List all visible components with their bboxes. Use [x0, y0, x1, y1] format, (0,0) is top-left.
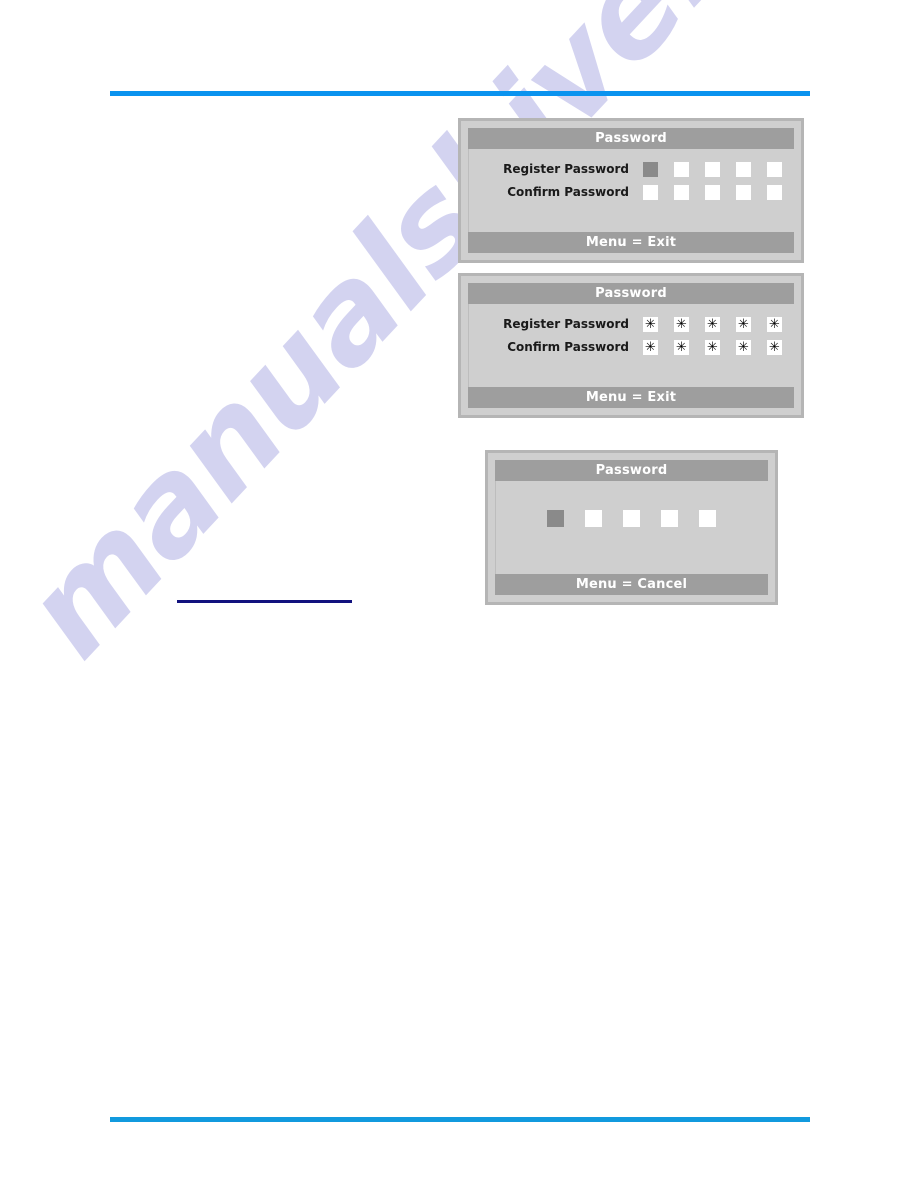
password-box[interactable]: ✳: [736, 339, 751, 355]
password-box[interactable]: [661, 509, 678, 527]
page-footer-rule: [110, 1117, 810, 1122]
password-box[interactable]: [705, 161, 720, 177]
password-boxes-register[interactable]: [643, 161, 782, 177]
password-box[interactable]: ✳: [674, 316, 689, 332]
password-box[interactable]: [585, 509, 602, 527]
field-row-register-password: Register Password ✳ ✳ ✳ ✳ ✳: [468, 313, 794, 335]
osd-title-bar: Password: [468, 128, 794, 149]
password-boxes-confirm[interactable]: ✳ ✳ ✳ ✳ ✳: [643, 339, 782, 355]
password-box[interactable]: [623, 509, 640, 527]
password-boxes-confirm[interactable]: [643, 184, 782, 200]
password-boxes-register[interactable]: ✳ ✳ ✳ ✳ ✳: [643, 316, 782, 332]
password-box[interactable]: [767, 161, 782, 177]
osd-dialog-password-register-filled[interactable]: Password Register Password ✳ ✳ ✳ ✳ ✳ Con…: [458, 273, 804, 418]
password-box[interactable]: [547, 509, 564, 527]
label-register-password: Register Password: [503, 162, 629, 176]
password-box[interactable]: ✳: [736, 316, 751, 332]
password-box[interactable]: [736, 184, 751, 200]
label-confirm-password: Confirm Password: [507, 185, 629, 199]
osd-inner: Password Register Password Confirm Passw…: [468, 128, 794, 253]
osd-footer-menu-exit[interactable]: Menu = Exit: [468, 232, 794, 253]
osd-dialog-password-register-empty[interactable]: Password Register Password Confirm Passw…: [458, 118, 804, 263]
osd-inner: Password Register Password ✳ ✳ ✳ ✳ ✳ Con…: [468, 283, 794, 408]
osd-body: Register Password Confirm Password: [468, 149, 794, 232]
section-underline: [177, 600, 352, 603]
label-register-password: Register Password: [503, 317, 629, 331]
password-box[interactable]: ✳: [643, 339, 658, 355]
password-box[interactable]: ✳: [705, 339, 720, 355]
password-box[interactable]: ✳: [767, 316, 782, 332]
password-box[interactable]: [643, 184, 658, 200]
password-box[interactable]: [643, 161, 658, 177]
password-box[interactable]: [736, 161, 751, 177]
field-row-confirm-password: Confirm Password: [468, 181, 794, 203]
osd-footer-menu-exit[interactable]: Menu = Exit: [468, 387, 794, 408]
password-boxes-entry[interactable]: [547, 509, 716, 527]
osd-footer-menu-cancel[interactable]: Menu = Cancel: [495, 574, 768, 595]
document-page: manualshive.com Password Register Passwo…: [0, 0, 918, 1188]
password-box[interactable]: ✳: [674, 339, 689, 355]
osd-dialog-password-entry[interactable]: Password Menu = Cancel: [485, 450, 778, 605]
osd-title-bar: Password: [468, 283, 794, 304]
field-row-confirm-password: Confirm Password ✳ ✳ ✳ ✳ ✳: [468, 336, 794, 358]
password-box[interactable]: ✳: [767, 339, 782, 355]
label-confirm-password: Confirm Password: [507, 340, 629, 354]
page-header-rule: [110, 91, 810, 96]
field-row-register-password: Register Password: [468, 158, 794, 180]
osd-inner: Password Menu = Cancel: [495, 460, 768, 595]
password-box[interactable]: [705, 184, 720, 200]
password-box[interactable]: [674, 161, 689, 177]
watermark: manualshive.com: [0, 0, 918, 950]
osd-body: [495, 481, 768, 574]
osd-body: Register Password ✳ ✳ ✳ ✳ ✳ Confirm Pass…: [468, 304, 794, 387]
password-box[interactable]: [767, 184, 782, 200]
password-box[interactable]: ✳: [643, 316, 658, 332]
password-box[interactable]: [674, 184, 689, 200]
osd-title-bar: Password: [495, 460, 768, 481]
password-box[interactable]: ✳: [705, 316, 720, 332]
password-box[interactable]: [699, 509, 716, 527]
field-row-password-entry: [495, 505, 768, 531]
